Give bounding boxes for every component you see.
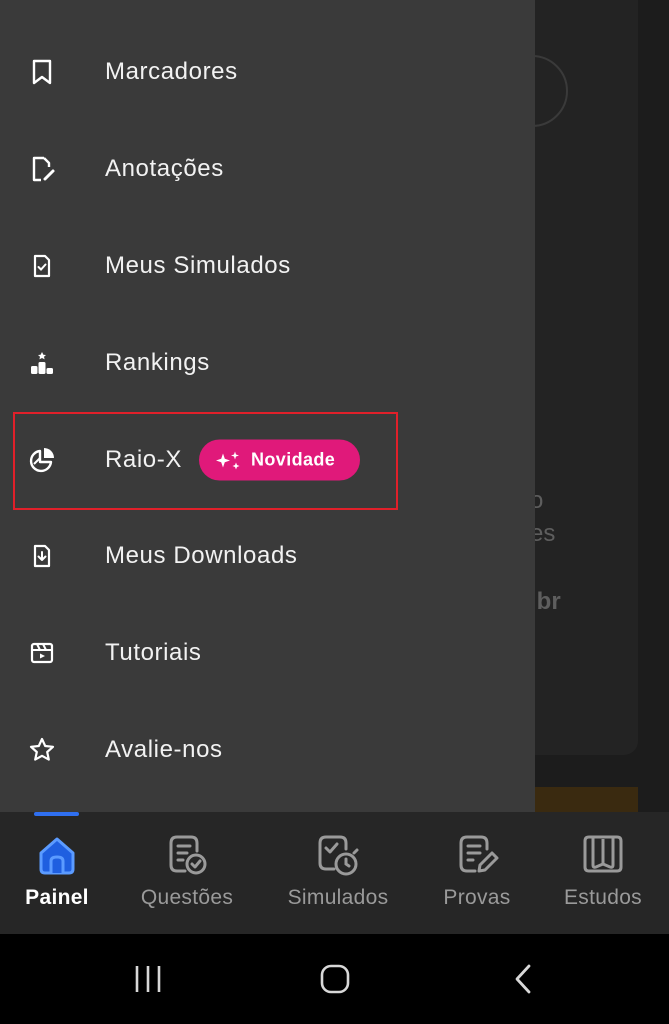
menu-item-tutoriais[interactable]: Tutoriais bbox=[0, 605, 535, 701]
nav-tab-simulados[interactable]: Simulados bbox=[273, 812, 403, 934]
menu-item-label: Meus Downloads bbox=[105, 542, 298, 569]
home-icon bbox=[32, 830, 82, 880]
nav-tab-label: Estudos bbox=[564, 886, 642, 909]
document-check-icon bbox=[28, 252, 56, 280]
home-circle-icon[interactable] bbox=[295, 934, 375, 1024]
menu-item-label: Meus Simulados bbox=[105, 252, 291, 279]
menu-item-label: Rankings bbox=[105, 349, 210, 376]
exam-edit-icon bbox=[452, 830, 502, 880]
menu-item-marcadores[interactable]: Marcadores bbox=[0, 24, 535, 120]
nav-tab-questoes[interactable]: Questões bbox=[127, 812, 247, 934]
nav-tab-label: Painel bbox=[25, 886, 89, 909]
nav-tab-painel[interactable]: Painel bbox=[7, 812, 107, 934]
menu-item-label: Tutoriais bbox=[105, 639, 202, 666]
menu-item-avalie-nos[interactable]: Avalie-nos bbox=[0, 702, 535, 798]
menu-item-label: Anotações bbox=[105, 155, 224, 182]
timer-check-icon bbox=[313, 830, 363, 880]
bookmark-icon bbox=[28, 58, 56, 86]
video-clapper-icon bbox=[28, 639, 56, 667]
menu-item-label: Marcadores bbox=[105, 58, 238, 85]
menu-item-rankings[interactable]: Rankings bbox=[0, 315, 535, 411]
back-icon[interactable] bbox=[483, 934, 563, 1024]
active-tab-indicator bbox=[34, 812, 79, 816]
bottom-navigation: Painel Questões Simulados Provas Estudos bbox=[0, 812, 669, 934]
menu-item-meus-downloads[interactable]: Meus Downloads bbox=[0, 508, 535, 604]
nav-tab-estudos[interactable]: Estudos bbox=[553, 812, 653, 934]
recent-apps-icon[interactable] bbox=[108, 934, 188, 1024]
nav-tab-label: Questões bbox=[140, 886, 234, 909]
book-icon bbox=[578, 830, 628, 880]
background-banner bbox=[535, 787, 638, 812]
highlight-box bbox=[13, 412, 398, 510]
menu-item-meus-simulados[interactable]: Meus Simulados bbox=[0, 218, 535, 314]
navigation-drawer: Marcadores Anotações Meus Simulados Rank… bbox=[0, 0, 535, 812]
nav-tab-label: Provas bbox=[443, 886, 511, 909]
star-icon bbox=[28, 736, 56, 764]
menu-item-label: Avalie-nos bbox=[105, 736, 223, 763]
menu-item-anotacoes[interactable]: Anotações bbox=[0, 121, 535, 217]
note-edit-icon bbox=[28, 155, 56, 183]
questions-icon bbox=[162, 830, 212, 880]
system-navigation-bar bbox=[0, 934, 669, 1024]
nav-tab-label: Simulados bbox=[287, 886, 389, 909]
download-file-icon bbox=[28, 542, 56, 570]
podium-icon bbox=[28, 349, 56, 377]
nav-tab-provas[interactable]: Provas bbox=[427, 812, 527, 934]
